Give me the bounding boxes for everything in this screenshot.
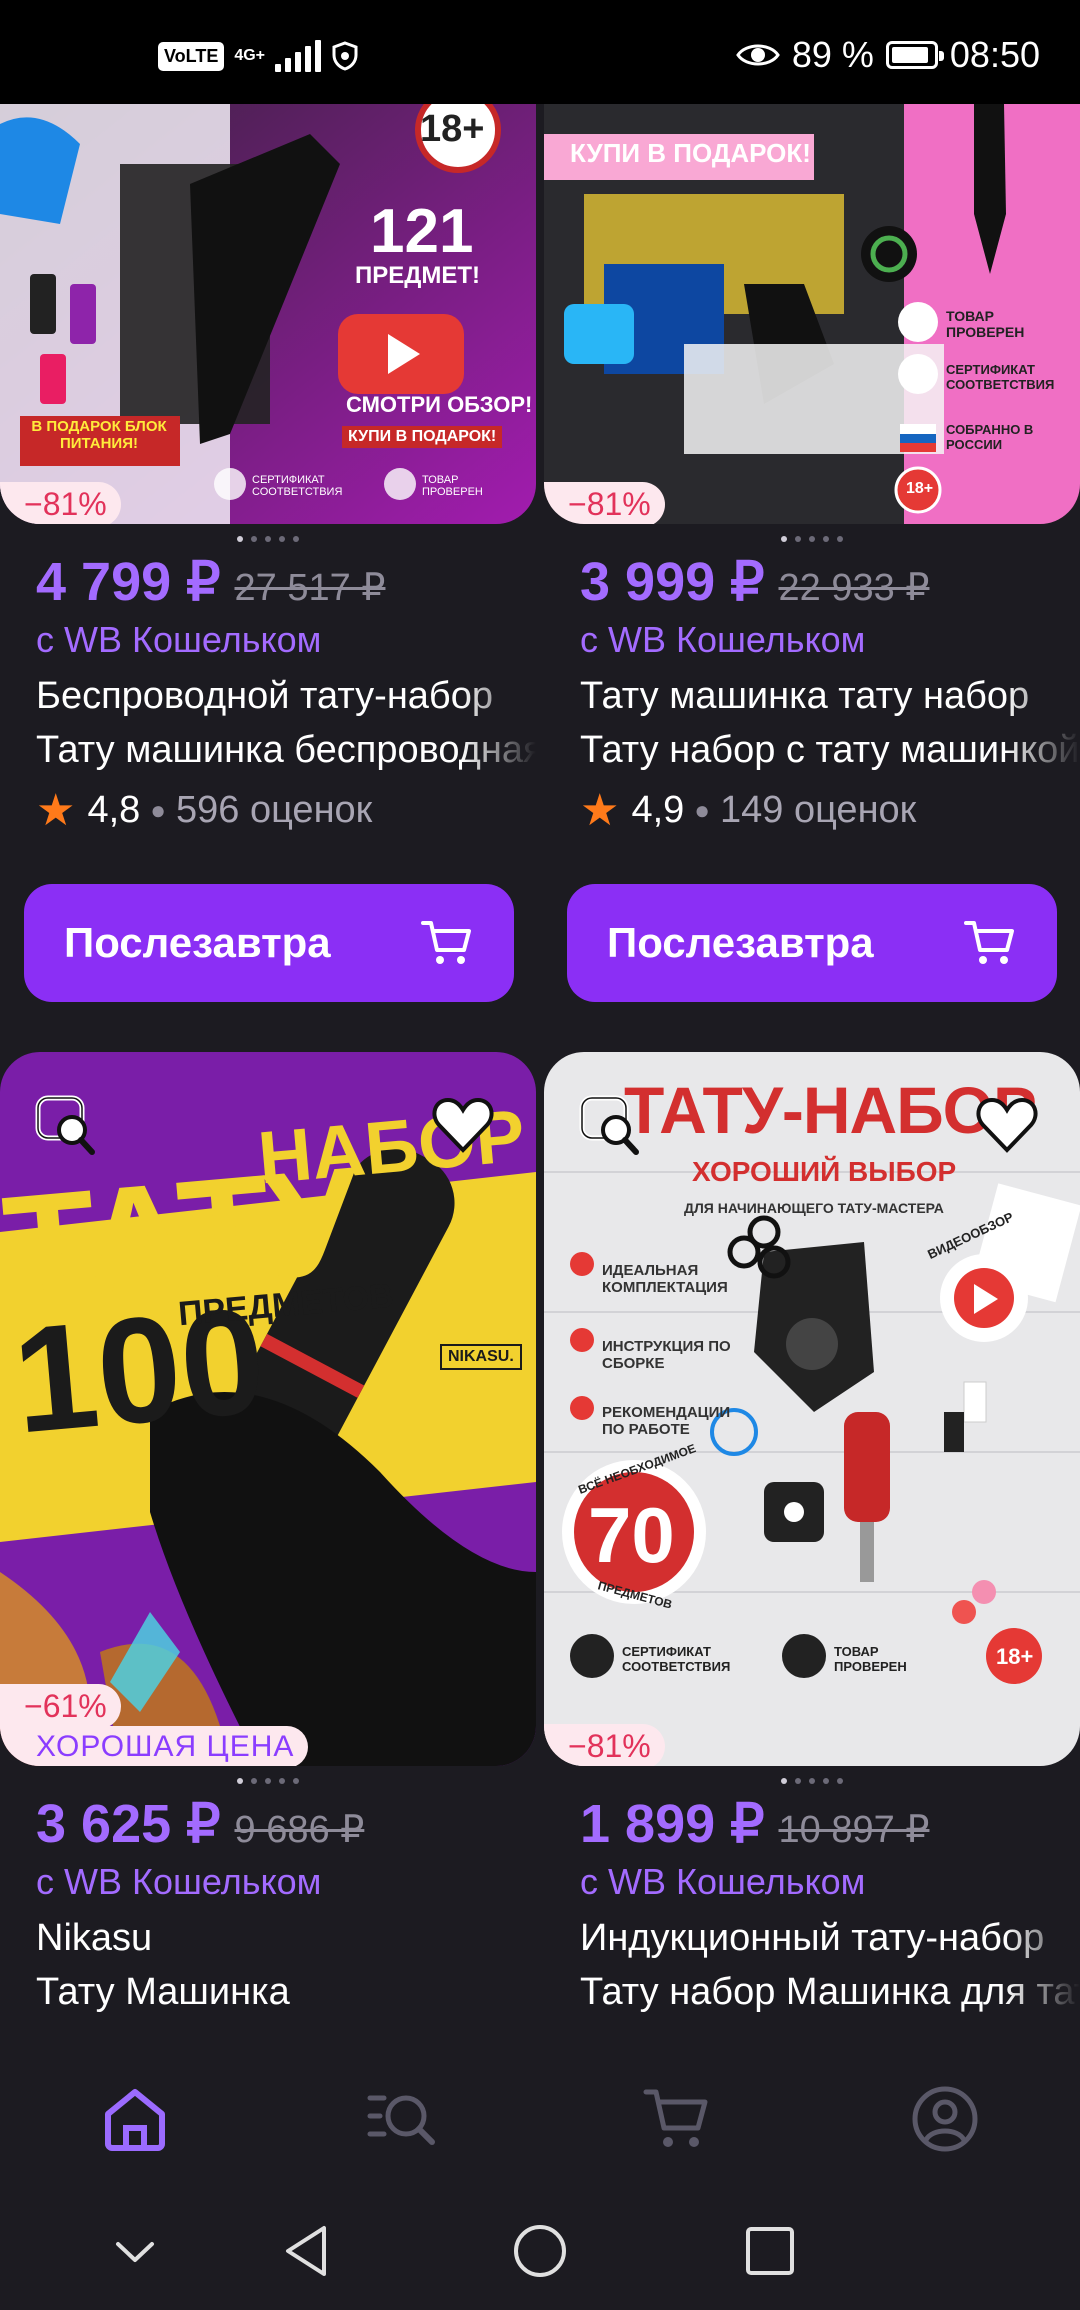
chevron-down-icon[interactable] (100, 2216, 170, 2286)
price: 3 625 ₽ (36, 1794, 221, 1854)
product-image[interactable]: 18+ 121 ПРЕДМЕТ! СМОТРИ ОБЗОР! КУПИ В ПО… (0, 104, 536, 524)
product-card[interactable]: ТАТУ НАБОР 100 ПРЕДМЕТОВ NIKASU. −61% ХО… (0, 1052, 536, 2019)
product-title[interactable]: Индукционный тату-набор (580, 1911, 1080, 1965)
image-sub2: ДЛЯ НАЧИНАЮЩЕГО ТАТУ-МАСТЕРА (684, 1200, 944, 1216)
catalog-search-icon[interactable] (366, 2084, 436, 2154)
image-age-label: 18+ (906, 480, 934, 497)
battery-percent: 89 % (791, 34, 874, 75)
rating-row: ★ 4,9 ● 149 оценок (580, 786, 917, 835)
price: 1 899 ₽ (580, 1794, 765, 1854)
find-similar-icon[interactable] (34, 1092, 100, 1158)
product-card[interactable]: КУПИ В ПОДАРОК! ТОВАР ПРОВЕРЕН СЕРТИФИКА… (544, 104, 1080, 836)
image-pagination (0, 1778, 536, 1786)
star-icon: ★ (36, 786, 76, 835)
image-checked: ТОВАР ПРОВЕРЕН (422, 474, 483, 498)
discount-badge: −81% (544, 482, 665, 524)
home-circle-icon[interactable] (505, 2216, 575, 2286)
image-feature-2: ИНСТРУКЦИЯ ПО СБОРКЕ (602, 1338, 731, 1372)
product-subtitle[interactable]: Тату набор с тату машинкой (580, 723, 1080, 777)
product-image[interactable]: ТАТУ-НАБОР ХОРОШИЙ ВЫБОР ДЛЯ НАЧИНАЮЩЕГО… (544, 1052, 1080, 1766)
old-price: 10 897 ₽ (778, 1809, 930, 1851)
system-navigation-bar (0, 2196, 1080, 2310)
cart-icon (964, 921, 1014, 964)
image-age-label: 18+ (420, 108, 485, 150)
old-price: 9 686 ₽ (234, 1809, 365, 1851)
volte-indicator: VoLTE (158, 41, 225, 71)
heart-icon[interactable] (430, 1092, 496, 1158)
rating-value: 4,8 (87, 789, 141, 831)
rating-row: ★ 4,8 ● 596 оценок (36, 786, 373, 835)
battery-level (891, 47, 928, 63)
image-count: 70 (588, 1491, 675, 1579)
back-icon[interactable] (274, 2216, 344, 2286)
image-checked: ТОВАР ПРОВЕРЕН (946, 308, 1025, 340)
profile-icon[interactable] (910, 2084, 980, 2154)
image-unit: ПРЕДМЕТ! (355, 262, 481, 289)
eye-comfort-icon (736, 44, 780, 66)
wallet-note: с WB Кошельком (36, 1861, 322, 1902)
product-card[interactable]: 18+ 121 ПРЕДМЕТ! СМОТРИ ОБЗОР! КУПИ В ПО… (0, 104, 536, 836)
image-cert: СЕРТИФИКАТ СООТВЕТСТВИЯ (252, 474, 343, 498)
wallet-note: с WB Кошельком (580, 619, 866, 660)
product-subtitle[interactable]: Тату машинка беспроводная (36, 723, 536, 777)
product-image[interactable]: ТАТУ НАБОР 100 ПРЕДМЕТОВ NIKASU. −61% ХО… (0, 1052, 536, 1766)
status-bar: VoLTE 4G+ 89 % 08:50 (0, 0, 1080, 104)
image-count: 121 (370, 197, 474, 266)
image-pagination (544, 1778, 1080, 1786)
cart-icon (421, 921, 471, 964)
image-gift: КУПИ В ПОДАРОК! (570, 138, 811, 168)
product-title[interactable]: Nikasu (36, 1911, 536, 1965)
battery-icon (885, 41, 944, 69)
discount-badge: −61% (0, 1684, 121, 1729)
star-icon: ★ (580, 786, 620, 835)
image-feature-3: РЕКОМЕНДАЦИИ ПО РАБОТЕ (602, 1404, 731, 1438)
product-subtitle[interactable]: Тату Машинка (36, 1965, 536, 2019)
discount-badge: −81% (544, 1724, 665, 1766)
shield-icon (332, 41, 358, 71)
image-pagination (544, 536, 1080, 544)
product-grid[interactable]: 18+ 121 ПРЕДМЕТ! СМОТРИ ОБЗОР! КУПИ В ПО… (0, 104, 1080, 2054)
product-subtitle[interactable]: Тату набор Машинка для тату (580, 1965, 1080, 2019)
add-to-cart-button[interactable]: Послезавтра (567, 884, 1057, 1002)
image-age-label: 18+ (996, 1644, 1034, 1669)
heart-icon[interactable] (974, 1092, 1040, 1158)
product-title[interactable]: Тату машинка тату набор (580, 669, 1080, 723)
image-checked: ТОВАР ПРОВЕРЕН (834, 1644, 907, 1674)
good-price-badge: ХОРОШАЯ ЦЕНА (0, 1726, 309, 1766)
image-review: СМОТРИ ОБЗОР! (346, 392, 533, 417)
image-gift: КУПИ В ПОДАРОК! (342, 426, 503, 448)
delivery-label: Послезавтра (607, 919, 874, 966)
price: 4 799 ₽ (36, 552, 221, 612)
image-pagination (0, 536, 536, 544)
image-cert: СЕРТИФИКАТ СООТВЕТСТВИЯ (946, 362, 1055, 392)
image-russia: СОБРАННО В РОССИИ (946, 422, 1034, 452)
find-similar-icon[interactable] (578, 1092, 644, 1158)
price: 3 999 ₽ (580, 552, 765, 612)
home-icon[interactable] (100, 2084, 170, 2154)
discount-badge: −81% (0, 482, 121, 524)
cart-icon[interactable] (642, 2084, 712, 2154)
review-count: 596 оценок (176, 789, 373, 831)
wallet-note: с WB Кошельком (580, 1861, 866, 1902)
bottom-tab-bar (0, 2054, 1080, 2196)
image-brand: NIKASU. (440, 1344, 522, 1370)
rating-value: 4,9 (631, 789, 685, 831)
wallet-note: с WB Кошельком (36, 619, 322, 660)
add-to-cart-button[interactable]: Послезавтра (24, 884, 514, 1002)
product-image[interactable]: КУПИ В ПОДАРОК! ТОВАР ПРОВЕРЕН СЕРТИФИКА… (544, 104, 1080, 524)
image-bonus: В ПОДАРОК БЛОК ПИТАНИЯ! (31, 418, 167, 452)
review-count: 149 оценок (720, 789, 917, 831)
image-cert: СЕРТИФИКАТ СООТВЕТСТВИЯ (622, 1644, 731, 1674)
product-title[interactable]: Беспроводной тату-набор (36, 669, 536, 723)
old-price: 22 933 ₽ (778, 567, 930, 609)
image-sub: ХОРОШИЙ ВЫБОР (692, 1156, 957, 1187)
clock: 08:50 (949, 34, 1040, 75)
image-feature-1: ИДЕАЛЬНАЯ КОМПЛЕКТАЦИЯ (602, 1262, 728, 1296)
recents-icon[interactable] (735, 2216, 805, 2286)
old-price: 27 517 ₽ (234, 567, 386, 609)
network-type: 4G+ (234, 47, 266, 64)
signal-icon (275, 40, 322, 72)
delivery-label: Послезавтра (64, 919, 331, 966)
product-card[interactable]: ТАТУ-НАБОР ХОРОШИЙ ВЫБОР ДЛЯ НАЧИНАЮЩЕГО… (544, 1052, 1080, 2019)
